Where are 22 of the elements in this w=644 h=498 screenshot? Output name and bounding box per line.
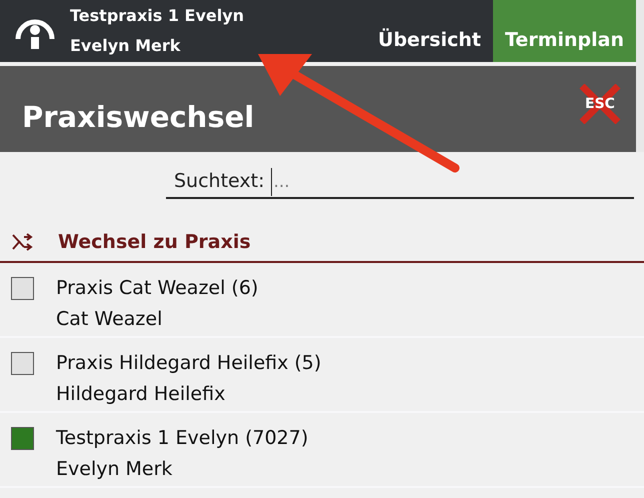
search-label: Suchtext: xyxy=(174,169,264,194)
practice-owner: Evelyn Merk xyxy=(56,457,174,482)
practice-row[interactable]: Testpraxis 1 Evelyn (7027) Evelyn Merk xyxy=(0,413,644,488)
page-title: Praxiswechsel xyxy=(22,99,254,136)
practice-name: Praxis Hildegard Heilefix (5) xyxy=(56,351,322,376)
section-title: Wechsel zu Praxis xyxy=(58,230,251,255)
search-field[interactable]: ... xyxy=(270,168,634,196)
shuffle-icon xyxy=(12,233,34,251)
practice-name: Testpraxis 1 Evelyn xyxy=(70,5,244,27)
checkbox[interactable] xyxy=(11,277,34,300)
practice-owner: Hildegard Heilefix xyxy=(56,382,226,407)
checkbox[interactable] xyxy=(11,427,34,450)
practice-row[interactable]: Praxis Hildegard Heilefix (5) Hildegard Heilefix xyxy=(0,338,644,413)
checkbox[interactable] xyxy=(11,352,34,375)
practice-owner: Cat Weazel xyxy=(56,307,164,332)
nav-tab[interactable]: Terminplan xyxy=(493,0,636,62)
esc-close-button[interactable]: ESC xyxy=(578,84,622,124)
nav-tab[interactable]: Übersicht xyxy=(366,0,493,62)
practice-name: Praxis Cat Weazel (6) xyxy=(56,276,258,301)
practice-row[interactable]: Praxis Cat Weazel (6) Cat Weazel xyxy=(0,263,644,338)
practice-name: Testpraxis 1 Evelyn (7027) xyxy=(56,426,308,451)
user-name: Evelyn Merk xyxy=(70,35,182,57)
